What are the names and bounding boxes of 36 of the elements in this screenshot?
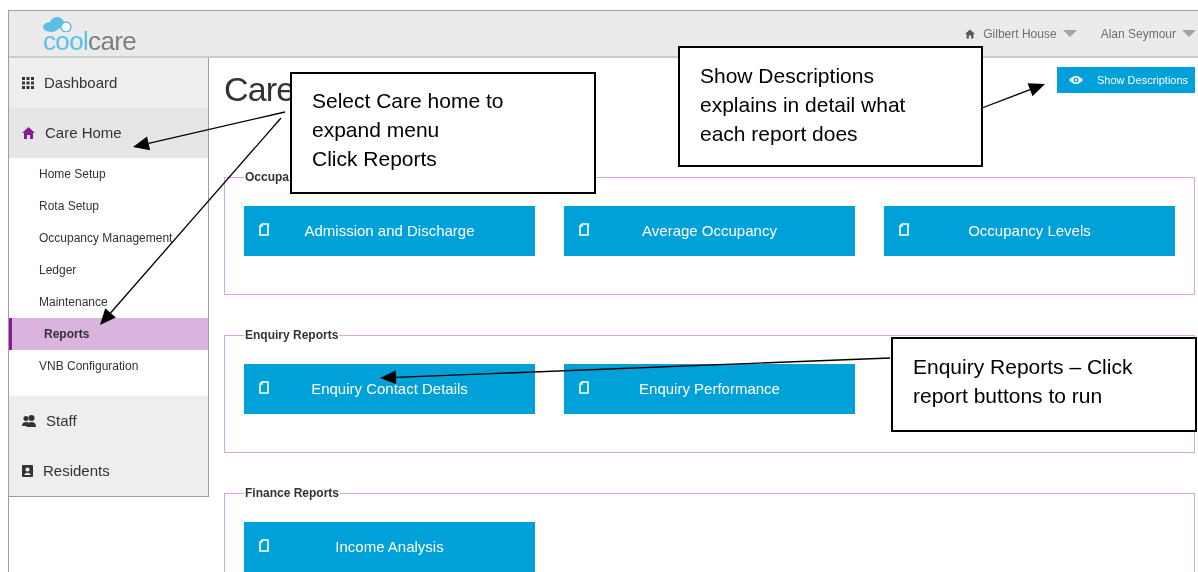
sidebar-item[interactable]: Care Home [9,108,208,158]
contact-card-icon [22,465,33,477]
callout-arrow [981,83,1045,109]
callout: Show Descriptions explains in detail what each report does [678,46,983,167]
document-icon [259,223,269,236]
logo-text: coolcare [43,29,137,52]
section-title: Occupa [244,169,290,186]
submenu-item[interactable]: Reports [9,318,208,350]
sidebar-item[interactable]: Residents [9,446,208,496]
section-title: Enquiry Reports [244,327,340,344]
home-icon [965,28,976,39]
caret-icon [1062,30,1077,37]
sidebar-item[interactable]: Staff [9,396,208,446]
document-icon [899,223,909,236]
people-icon [22,415,36,427]
home-icon [22,127,35,139]
submenu-item[interactable]: Occupancy Management [9,222,208,254]
document-icon [579,381,589,394]
section-title: Finance Reports [244,485,341,502]
document-icon [579,223,589,236]
sidebar-item[interactable]: Dashboard [9,58,208,108]
caret-icon [1182,30,1196,37]
care-home-dropdown[interactable]: Gilbert House [983,24,1077,43]
dashboard-icon [22,77,34,89]
submenu-item[interactable]: Home Setup [9,158,208,190]
submenu-item[interactable]: Ledger [9,254,208,286]
eye-icon [1069,75,1083,85]
document-icon [259,539,269,552]
submenu-item[interactable]: VNB Configuration [9,350,208,382]
cloud-logo-icon [43,15,73,32]
document-icon [259,381,269,394]
submenu-item[interactable]: Maintenance [9,286,208,318]
submenu-item[interactable]: Rota Setup [9,190,208,222]
callout: Select Care home to expand menu Click Reports [290,72,596,194]
user-dropdown[interactable]: Alan Seymour [1100,24,1196,43]
callout: Enquiry Reports – Click report buttons to run [891,337,1197,432]
